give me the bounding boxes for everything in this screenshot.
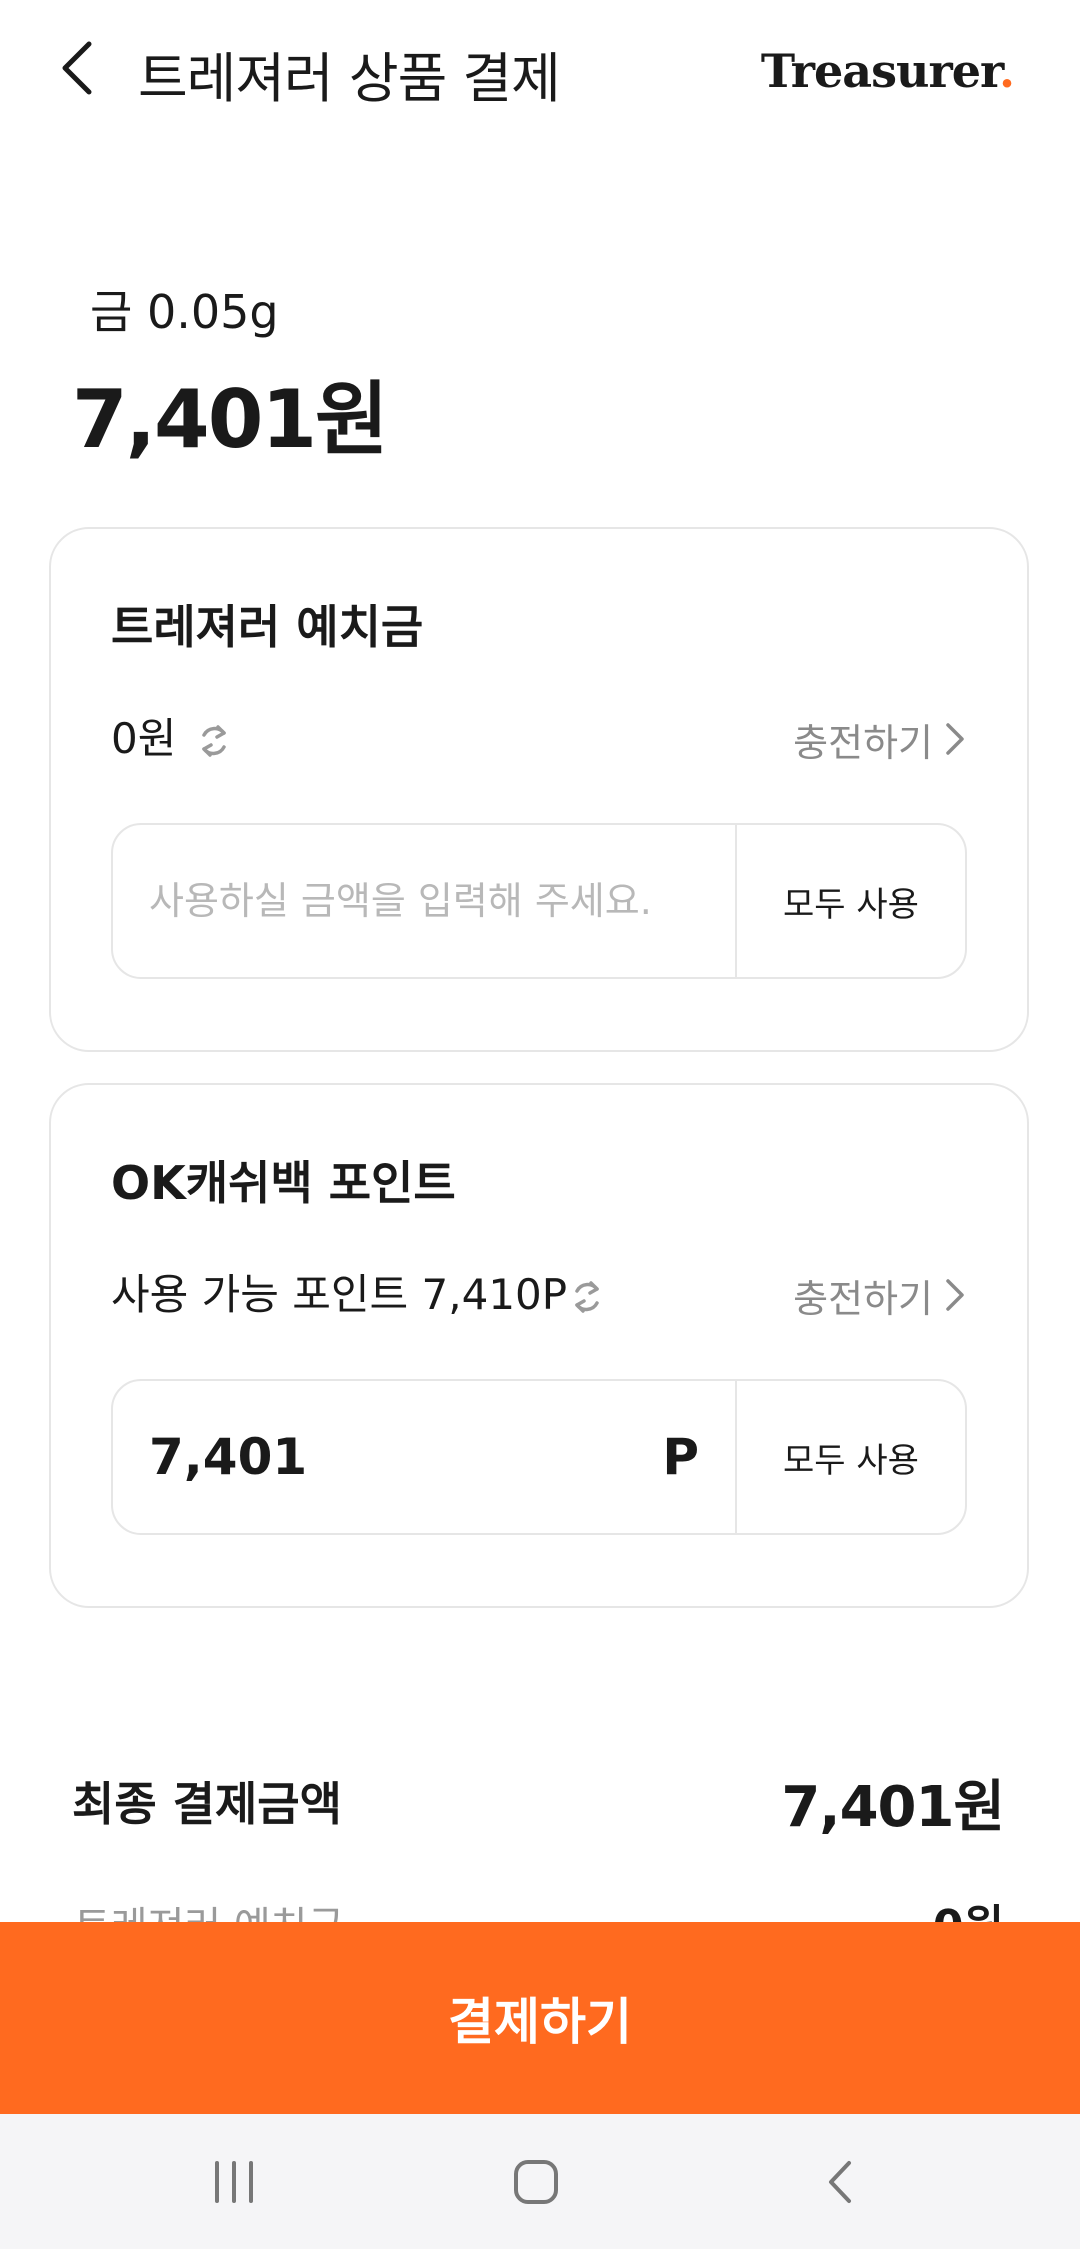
points-charge-link[interactable]: 충전하기: [793, 1265, 967, 1325]
points-unit: P: [662, 1428, 699, 1486]
deposit-title: 트레져러 예치금: [111, 600, 424, 654]
treasurer-logo: Treasurer.: [760, 44, 1015, 98]
points-use-all-button[interactable]: 모두 사용: [735, 1381, 965, 1533]
points-balance-row: 사용 가능 포인트 7,410P 충전하기: [111, 1265, 967, 1325]
points-available: 사용 가능 포인트 7,410P: [111, 1270, 568, 1319]
charge-label: 충전하기: [793, 1276, 933, 1321]
final-amount-label: 최종 결제금액: [72, 1777, 342, 1831]
charge-label: 충전하기: [793, 720, 933, 765]
deposit-input-placeholder: 사용하실 금액을 입력해 주세요.: [149, 879, 652, 923]
logo-dot: .: [998, 44, 1015, 98]
recent-apps-icon: [215, 2160, 253, 2203]
deposit-balance: 0원: [111, 714, 177, 763]
product-name: 금 0.05g: [90, 285, 279, 339]
page-title: 트레져러 상품 결제: [138, 47, 561, 110]
deposit-input-box: 사용하실 금액을 입력해 주세요. 모두 사용: [111, 823, 967, 979]
points-title: OK캐쉬백 포인트: [111, 1156, 456, 1210]
home-button[interactable]: [476, 2114, 596, 2249]
final-amount-value: 7,401원: [781, 1775, 1005, 1840]
deposit-amount-input[interactable]: 사용하실 금액을 입력해 주세요.: [113, 825, 739, 977]
logo-text: Treasurer: [760, 44, 1000, 98]
points-input-box: 7,401 P 모두 사용: [111, 1379, 967, 1535]
points-amount-input[interactable]: 7,401 P: [113, 1381, 739, 1533]
pay-button[interactable]: 결제하기: [0, 1922, 1080, 2114]
recent-apps-button[interactable]: [174, 2114, 294, 2249]
back-icon: [829, 2160, 851, 2203]
deposit-balance-row: 0원 충전하기: [111, 709, 967, 769]
system-nav-bar: [0, 2114, 1080, 2249]
deposit-use-all-button[interactable]: 모두 사용: [735, 825, 965, 977]
deposit-charge-link[interactable]: 충전하기: [793, 709, 967, 769]
chevron-right-icon: [946, 723, 964, 755]
points-card: OK캐쉬백 포인트 사용 가능 포인트 7,410P 충전하기 7,401 P …: [49, 1083, 1029, 1608]
product-price: 7,401원: [72, 373, 389, 466]
home-icon: [514, 2159, 558, 2204]
refresh-icon[interactable]: [194, 721, 234, 761]
points-input-value: 7,401: [149, 1428, 308, 1486]
refresh-icon[interactable]: [567, 1277, 607, 1317]
app-header: 트레져러 상품 결제 Treasurer.: [0, 0, 1080, 140]
deposit-card: 트레져러 예치금 0원 충전하기 사용하실 금액을 입력해 주세요. 모두 사용: [49, 527, 1029, 1052]
back-button[interactable]: [55, 36, 105, 100]
chevron-left-icon: [62, 41, 92, 95]
system-back-button[interactable]: [781, 2114, 901, 2249]
chevron-right-icon: [946, 1279, 964, 1311]
